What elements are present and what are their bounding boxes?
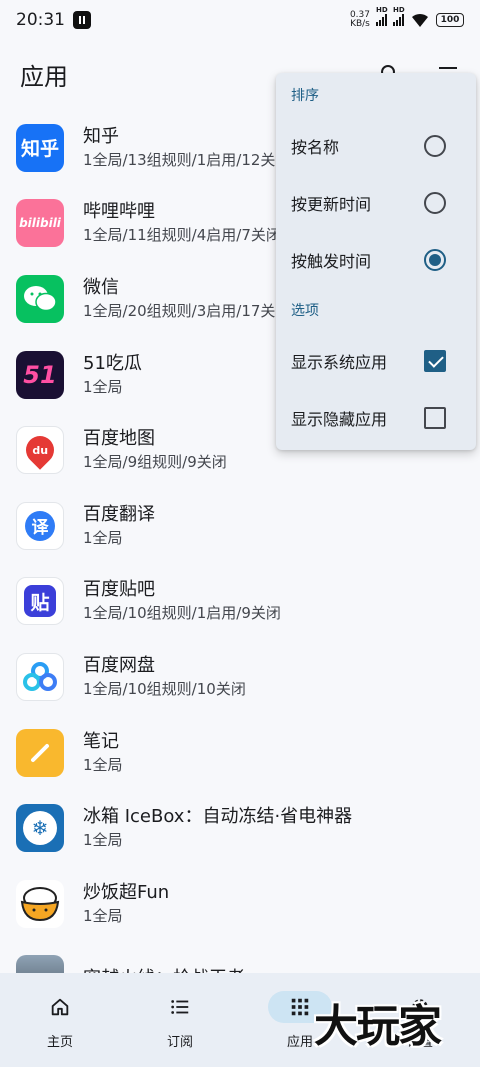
app-rule-summary: 1全局: [83, 755, 123, 774]
app-item-icebox[interactable]: ❄ 冰箱 IceBox：自动冻结·省电神器 1全局: [0, 790, 480, 866]
app-item-chaofan[interactable]: 炒饭超Fun 1全局: [0, 866, 480, 942]
app-name: 知乎: [83, 125, 119, 147]
signal-icon: HD: [376, 6, 388, 26]
app-name: 百度贴吧: [83, 579, 155, 601]
menu-item-label: 按名称: [291, 137, 340, 157]
status-time: 20:31: [16, 10, 65, 30]
checkbox-checked[interactable]: [424, 349, 446, 372]
sort-by-name[interactable]: 按名称: [276, 117, 476, 174]
app-rule-summary: 1全局/10组规则/1启用/9关闭: [83, 604, 281, 623]
zhihu-icon: 知乎: [16, 123, 64, 172]
nav-label: 主页: [46, 1035, 73, 1050]
menu-item-label: 显示隐藏应用: [291, 409, 388, 429]
51cg-icon: 51: [16, 350, 64, 399]
baidu-map-icon: du: [16, 426, 64, 475]
list-icon: [148, 991, 212, 1023]
app-rule-summary: 1全局/10组规则/10关闭: [83, 679, 246, 698]
notes-icon: [16, 728, 64, 777]
app-name: 百度翻译: [83, 503, 155, 525]
home-icon: [28, 991, 92, 1023]
app-rule-summary: 1全局/20组规则/3启用/17关闭: [83, 301, 291, 320]
radio-button[interactable]: [424, 134, 446, 157]
page-title: 应用: [20, 62, 68, 91]
bilibili-icon: bilibili: [16, 199, 64, 248]
wifi-icon: [412, 13, 428, 27]
app-rule-summary: 1全局/9组规则/9关闭: [83, 453, 227, 472]
signal-icon-2: HD: [393, 6, 405, 26]
app-item-baidu-translate[interactable]: 译 百度翻译 1全局: [0, 488, 480, 564]
app-name: 笔记: [83, 730, 119, 752]
sort-by-update-time[interactable]: 按更新时间: [276, 174, 476, 231]
wechat-icon: [16, 274, 64, 323]
app-rule-summary: 1全局: [83, 906, 123, 925]
options-section-header: 选项: [291, 303, 319, 319]
nav-home[interactable]: 主页: [0, 973, 120, 1067]
show-hidden-apps[interactable]: 显示隐藏应用: [276, 389, 476, 446]
baidu-netdisk-icon: [16, 652, 64, 701]
app-name: 哔哩哔哩: [83, 201, 155, 223]
battery-icon: 100: [436, 13, 464, 27]
status-bar: 20:31 0.37 KB/s HD HD 100: [0, 0, 480, 40]
icebox-icon: ❄: [16, 804, 64, 853]
sort-by-trigger-time[interactable]: 按触发时间: [276, 231, 476, 288]
nav-label: 应用: [286, 1035, 313, 1050]
baidu-translate-icon: 译: [16, 501, 64, 550]
sort-section-header: 排序: [291, 88, 319, 104]
app-item-notes[interactable]: 笔记 1全局: [0, 715, 480, 791]
nav-label: 订阅: [166, 1035, 193, 1050]
app-name: 百度地图: [83, 428, 155, 450]
show-system-apps[interactable]: 显示系统应用: [276, 332, 476, 389]
app-name: 51吃瓜: [83, 352, 142, 374]
watermark: 大玩家: [314, 1001, 442, 1052]
app-name: 炒饭超Fun: [83, 881, 170, 903]
sort-menu: 排序 按名称 按更新时间 按触发时间 选项 显示系统应用 显示隐藏应用: [276, 73, 476, 450]
app-item-baidu-netdisk[interactable]: 百度网盘 1全局/10组规则/10关闭: [0, 639, 480, 715]
menu-item-label: 按触发时间: [291, 251, 372, 271]
rice-bowl-icon: [16, 879, 64, 928]
radio-button[interactable]: [424, 191, 446, 214]
radio-button-selected[interactable]: [424, 248, 446, 271]
net-speed: 0.37 KB/s: [349, 10, 370, 29]
menu-item-label: 显示系统应用: [291, 352, 388, 372]
menu-item-label: 按更新时间: [291, 194, 372, 214]
app-name: 百度网盘: [83, 654, 155, 676]
app-rule-summary: 1全局: [83, 831, 123, 850]
app-item-baidu-tieba[interactable]: 贴 百度贴吧 1全局/10组规则/1启用/9关闭: [0, 564, 480, 640]
app-rule-summary: 1全局: [83, 528, 123, 547]
app-rule-summary: 1全局/11组规则/4启用/7关闭: [83, 226, 281, 245]
baidu-tieba-icon: 贴: [16, 577, 64, 626]
app-rule-summary: 1全局: [83, 377, 123, 396]
checkbox[interactable]: [424, 406, 446, 429]
media-pause-icon: [73, 11, 91, 29]
app-name: 冰箱 IceBox：自动冻结·省电神器: [83, 806, 353, 828]
nav-subscriptions[interactable]: 订阅: [120, 973, 240, 1067]
app-name: 微信: [83, 276, 119, 298]
app-rule-summary: 1全局/13组规则/1启用/12关闭: [83, 150, 291, 169]
